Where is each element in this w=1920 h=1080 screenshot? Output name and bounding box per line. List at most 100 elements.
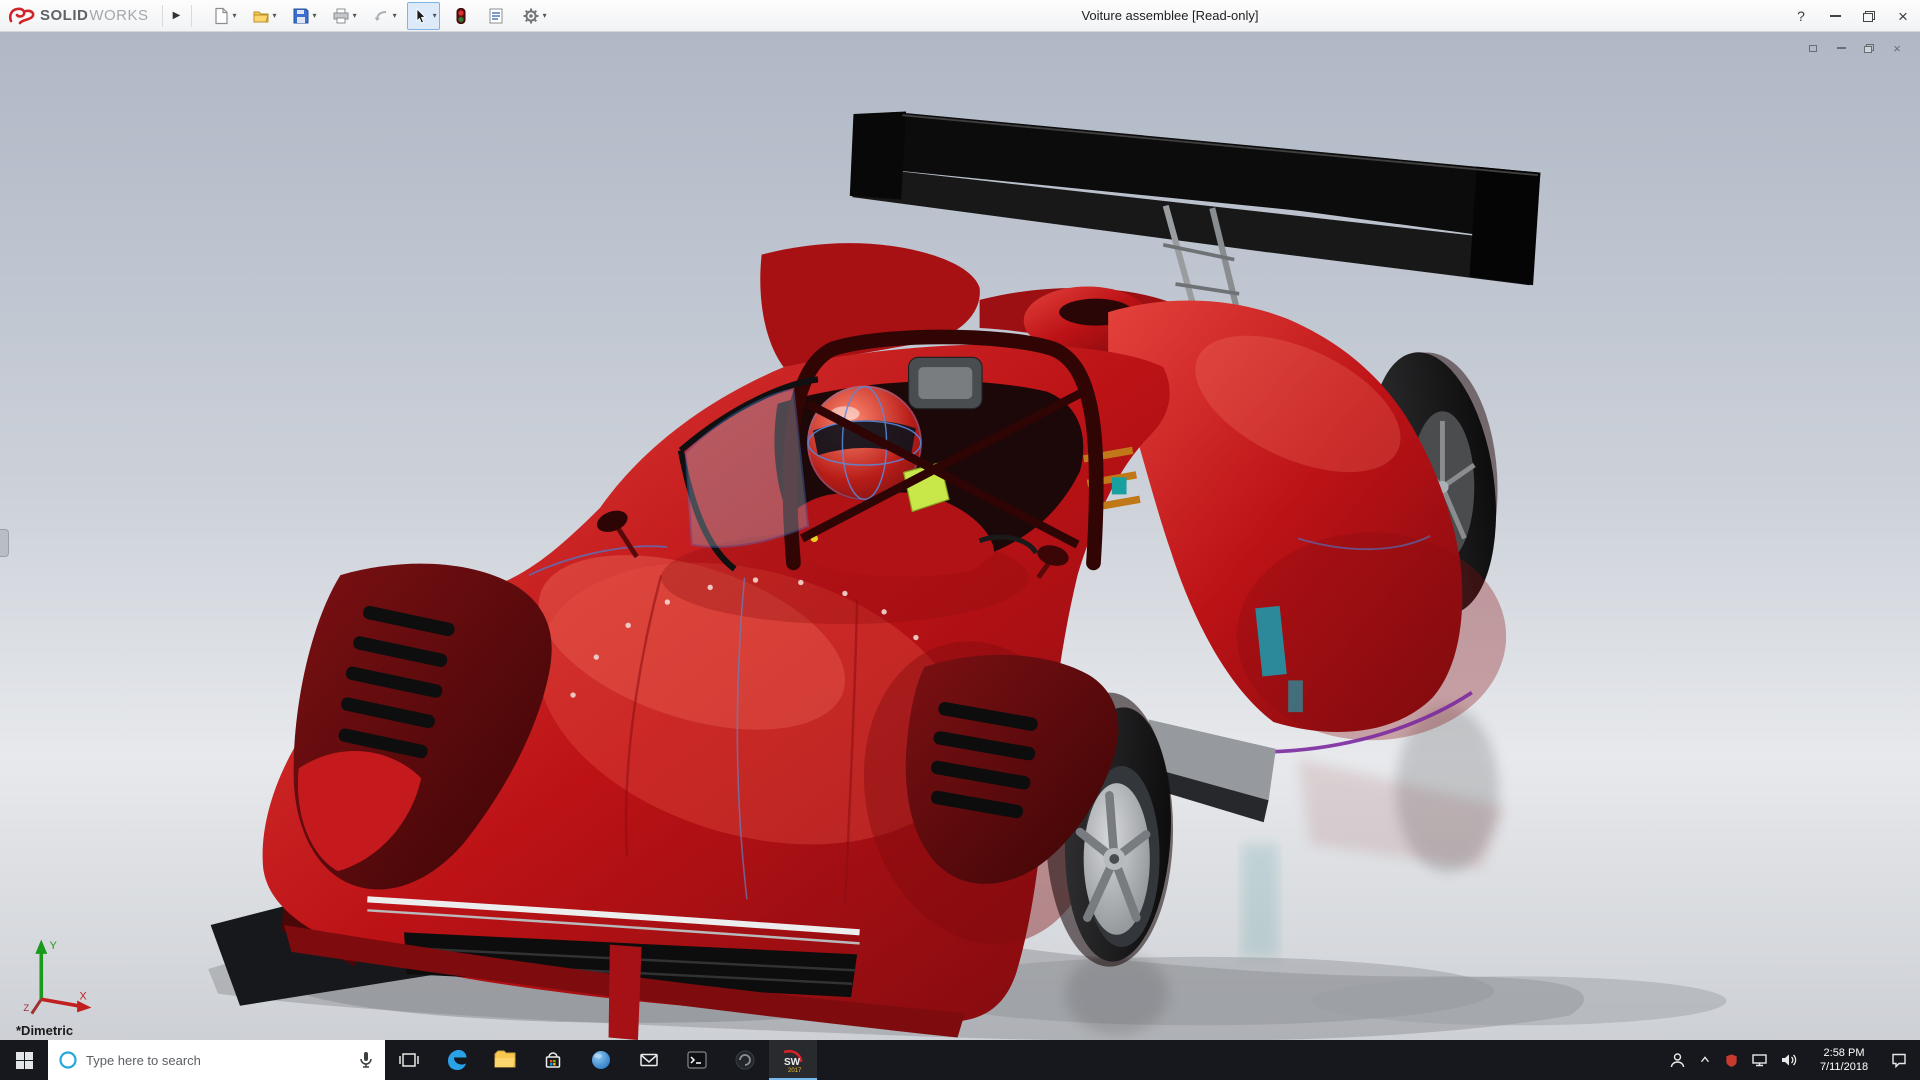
command-prompt-icon [687,1051,707,1069]
options-group: ▾ [517,2,550,30]
teal-sensor [1111,477,1127,495]
search-input[interactable] [86,1052,349,1068]
undo-arrow-icon [374,10,386,21]
clock-time: 2:58 PM [1823,1046,1865,1059]
dropdown-caret[interactable]: ▾ [543,11,547,20]
file-explorer-icon [494,1050,516,1068]
svg-text:2017: 2017 [788,1068,802,1073]
ds-logo-icon [8,7,35,24]
mail-button[interactable] [625,1040,673,1080]
dropdown-caret[interactable]: ▾ [233,11,237,20]
minimize-button[interactable] [1818,0,1852,32]
file-properties-group [482,2,510,30]
edge-icon [448,1050,467,1070]
open-folder-icon [253,11,269,22]
file-properties-icon [489,8,503,23]
select-cursor-icon [416,7,426,24]
cortana-icon [59,1051,77,1069]
close-button[interactable]: × [1886,0,1920,32]
red-shield-icon [1726,1053,1737,1067]
dark-circle-app-icon [735,1050,755,1070]
dropdown-caret[interactable]: ▾ [433,11,437,20]
front-tow-post [608,944,642,1040]
security-tray-button[interactable] [1718,1040,1745,1080]
action-center-button[interactable] [1884,1040,1914,1080]
save-floppy-icon [293,8,309,23]
network-tray-button[interactable] [1745,1040,1774,1080]
command-prompt-button[interactable] [673,1040,721,1080]
doc-restore-button[interactable] [1860,40,1878,56]
triad-z-label: Z [23,1003,29,1014]
save-group: ▾ [287,2,320,30]
circular-app-button[interactable] [721,1040,769,1080]
mail-icon [640,1053,658,1067]
people-tray-button[interactable] [1663,1040,1692,1080]
file-properties-button[interactable] [485,5,507,27]
system-tray: 2:58 PM 7/11/2018 [1663,1040,1920,1080]
viewport-3d[interactable]: × Y X Z *Dimetric [0,32,1920,1040]
doc-minimize-button[interactable] [1832,40,1850,56]
windows-logo-icon [15,1051,33,1069]
restore-icon [1863,10,1875,22]
network-icon [1752,1054,1767,1067]
3d-scene[interactable] [0,32,1920,1040]
clock[interactable]: 2:58 PM 7/11/2018 [1804,1040,1884,1080]
solidworks-2017-icon: SW 2017 [783,1049,803,1073]
rebuild-group [447,2,475,30]
store-button[interactable] [529,1040,577,1080]
minimize-icon [1836,47,1846,49]
separator [161,4,163,27]
save-button[interactable] [290,5,312,27]
action-center-icon [1892,1053,1906,1069]
doc-menu-button[interactable] [1804,40,1822,56]
standard-toolbar: ▾ ▾ ▾ ▾ ▾ ▾ ▾ [207,1,557,30]
undo-button[interactable] [370,5,392,27]
open-group: ▾ [247,2,280,30]
dropdown-caret[interactable]: ▾ [393,11,397,20]
hidden-icons-button[interactable] [1692,1040,1718,1080]
titlebar-left: SOLID WORKS ▶ ▾ ▾ ▾ ▾ ▾ ▾ ▾ [0,0,557,31]
minimize-icon [1829,15,1841,17]
select-tool-button[interactable] [410,5,432,27]
dropdown-caret[interactable]: ▾ [353,11,357,20]
start-button[interactable] [0,1040,48,1080]
people-icon [1670,1052,1685,1067]
view-orientation-label: *Dimetric [16,1023,74,1038]
microphone-icon[interactable] [357,1050,375,1070]
help-button[interactable]: ? [1784,0,1818,32]
restore-button[interactable] [1852,0,1886,32]
new-document-button[interactable] [210,5,232,27]
solidworks-app-button[interactable]: SW 2017 [769,1040,817,1080]
panel-collapse-handle[interactable] [0,529,9,557]
menu-flyout-button[interactable]: ▶ [168,4,186,28]
screen: SOLID WORKS ▶ ▾ ▾ ▾ ▾ ▾ ▾ ▾ Voiture asse… [0,0,1920,1080]
print-button[interactable] [330,5,352,27]
printer-icon [333,8,349,23]
taskbar-search[interactable] [48,1040,385,1080]
task-view-icon [399,1053,419,1067]
file-explorer-button[interactable] [481,1040,529,1080]
rebuild-trafficlight-icon [456,7,466,24]
new-document-icon [214,7,228,24]
solidworks-logo: SOLID WORKS [8,0,157,31]
edge-button[interactable] [433,1040,481,1080]
options-button[interactable] [520,5,542,27]
dropdown-caret[interactable]: ▾ [273,11,277,20]
gear-icon [523,8,539,23]
restore-icon [1864,43,1874,53]
doc-close-button[interactable]: × [1888,40,1906,56]
rebuild-button[interactable] [450,5,472,27]
print-group: ▾ [327,2,360,30]
volume-tray-button[interactable] [1774,1040,1804,1080]
store-bag-icon [545,1052,561,1068]
triad-x-label: X [80,990,87,1002]
dropdown-caret[interactable]: ▾ [313,11,317,20]
open-button[interactable] [250,5,272,27]
brand-solid: SOLID [40,7,89,24]
select-group: ▾ [406,1,440,30]
task-view-button[interactable] [385,1040,433,1080]
blue-sphere-icon [592,1051,610,1069]
chevron-up-icon [1700,1056,1710,1063]
window-controls: ? × [1784,0,1920,32]
browser-sphere-button[interactable] [577,1040,625,1080]
